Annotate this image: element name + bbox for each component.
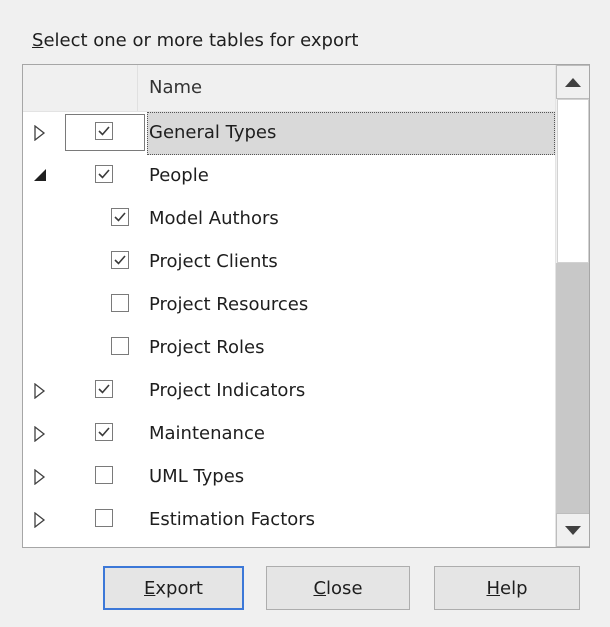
- close-button[interactable]: Close: [266, 566, 410, 610]
- row-label: General Types: [149, 122, 277, 143]
- row-checkbox[interactable]: [95, 122, 113, 140]
- scroll-down-icon: [565, 526, 581, 535]
- export-mnemonic: E: [144, 577, 156, 599]
- tree-row[interactable]: Maintenance: [23, 413, 555, 456]
- collapse-triangle-icon[interactable]: [33, 168, 47, 184]
- row-checkbox[interactable]: [95, 466, 113, 484]
- tables-tree[interactable]: Name General Types People Model Authors Pro…: [22, 64, 590, 548]
- help-label: elp: [500, 577, 528, 599]
- tree-header-checkbox-column: [23, 65, 138, 111]
- tree-row[interactable]: Project Roles: [23, 327, 555, 370]
- checkmark-icon: [98, 169, 110, 179]
- scroll-down-button[interactable]: [556, 513, 589, 547]
- tree-row[interactable]: Estimation Factors: [23, 499, 555, 542]
- instruction-label: Select one or more tables for export: [32, 30, 358, 51]
- row-checkbox[interactable]: [111, 208, 129, 226]
- export-button[interactable]: Export: [103, 566, 244, 610]
- row-label: Project Clients: [149, 251, 278, 272]
- row-label: Estimation Factors: [149, 509, 316, 530]
- row-label: Project Resources: [149, 294, 309, 315]
- tree-row[interactable]: Project Indicators: [23, 370, 555, 413]
- row-label: People: [149, 165, 209, 186]
- row-label: Project Roles: [149, 337, 265, 358]
- row-checkbox[interactable]: [111, 251, 129, 269]
- help-mnemonic: H: [486, 577, 501, 599]
- instruction-mnemonic: S: [32, 30, 44, 51]
- expand-triangle-icon[interactable]: [33, 511, 47, 529]
- export-label: xport: [155, 577, 203, 599]
- checkmark-icon: [98, 384, 110, 394]
- scroll-thumb[interactable]: [557, 99, 589, 263]
- close-label: lose: [326, 577, 363, 599]
- row-label: Project Indicators: [149, 380, 306, 401]
- expand-triangle-icon[interactable]: [33, 382, 47, 400]
- help-button[interactable]: Help: [434, 566, 580, 610]
- scroll-up-icon: [565, 78, 581, 87]
- expand-triangle-icon[interactable]: [33, 124, 47, 142]
- expand-triangle-icon[interactable]: [33, 468, 47, 486]
- checkmark-icon: [98, 427, 110, 437]
- row-label: Model Authors: [149, 208, 279, 229]
- row-checkbox[interactable]: [95, 509, 113, 527]
- row-checkbox[interactable]: [111, 294, 129, 312]
- checkmark-icon: [114, 212, 126, 222]
- row-checkbox[interactable]: [95, 165, 113, 183]
- row-label: UML Types: [149, 466, 245, 487]
- row-checkbox[interactable]: [111, 337, 129, 355]
- column-header-name[interactable]: Name: [149, 77, 202, 98]
- scroll-track[interactable]: [556, 263, 589, 513]
- close-mnemonic: C: [313, 577, 327, 599]
- tree-row[interactable]: People: [23, 155, 555, 198]
- checkmark-icon: [114, 255, 126, 265]
- tree-header: Name: [23, 65, 555, 112]
- vertical-scrollbar[interactable]: [555, 65, 589, 547]
- instruction-text: elect one or more tables for export: [43, 30, 359, 51]
- row-label: Maintenance: [149, 423, 265, 444]
- tree-row[interactable]: General Types: [23, 112, 555, 155]
- checkmark-icon: [98, 126, 110, 136]
- row-checkbox[interactable]: [95, 380, 113, 398]
- tree-row[interactable]: Model Authors: [23, 198, 555, 241]
- row-checkbox[interactable]: [95, 423, 113, 441]
- expand-triangle-icon[interactable]: [33, 425, 47, 443]
- tree-row[interactable]: UML Types: [23, 456, 555, 499]
- scroll-up-button[interactable]: [556, 65, 589, 99]
- tree-row[interactable]: Project Resources: [23, 284, 555, 327]
- tree-row[interactable]: Project Clients: [23, 241, 555, 284]
